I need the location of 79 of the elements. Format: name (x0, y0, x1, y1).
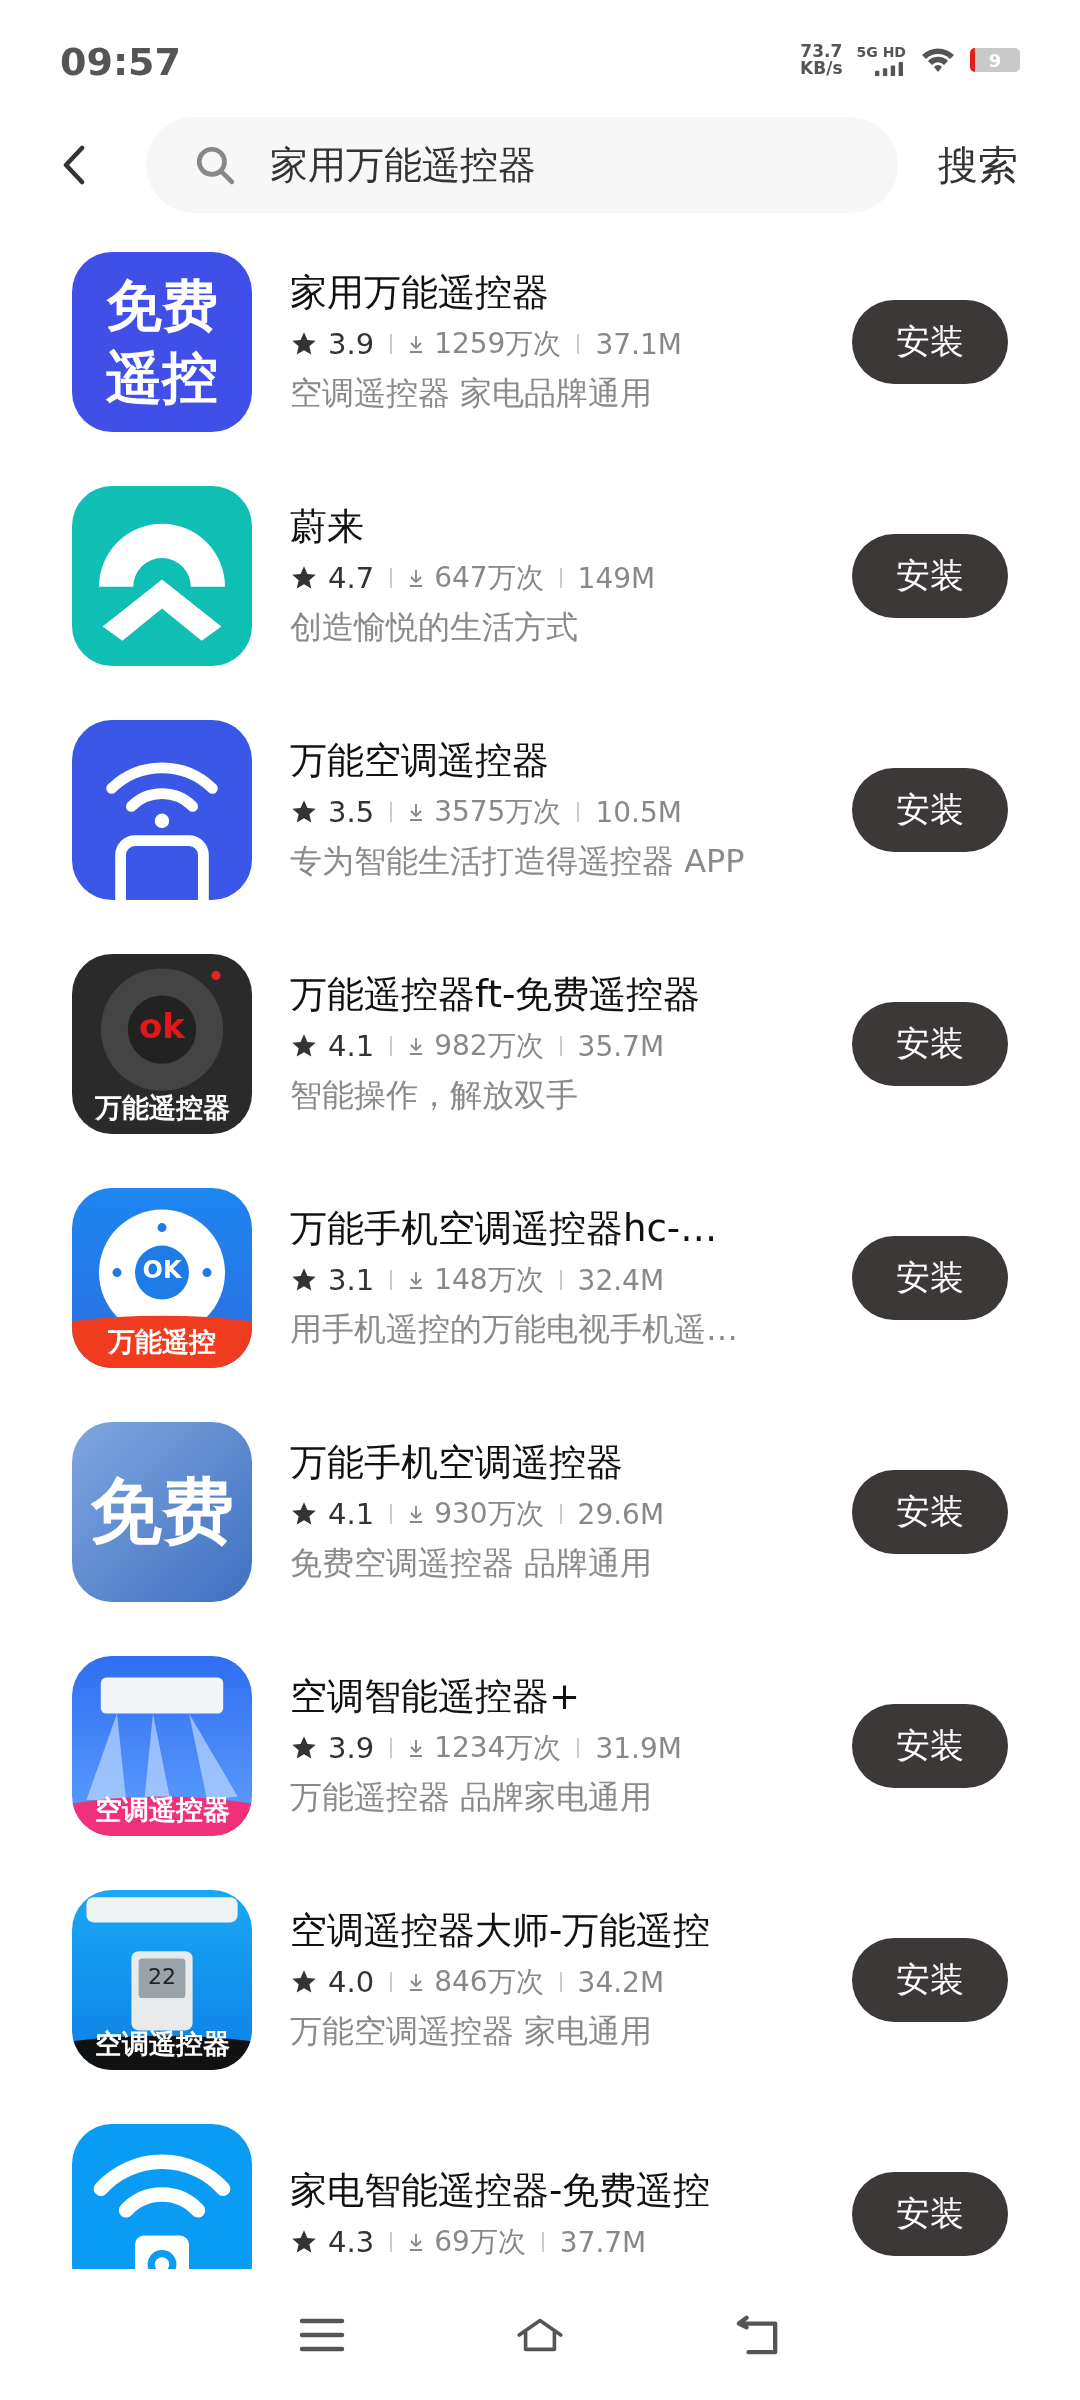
app-icon[interactable]: OK 万能遥控 (72, 1188, 252, 1368)
app-rating: 4.7 (328, 561, 375, 595)
download-count: 69万次 (434, 2224, 526, 2260)
install-button[interactable]: 安装 (852, 1470, 1008, 1554)
network-type: 5G HD (856, 44, 906, 60)
download-icon (408, 1035, 425, 1057)
app-description: 用手机遥控的万能电视手机遥… (290, 1309, 739, 1350)
app-rating: 4.1 (328, 1497, 375, 1531)
download-icon (408, 567, 425, 589)
app-rating: 3.1 (328, 1263, 375, 1297)
signal-icon (872, 61, 906, 76)
network-speed: 73.7 KB/s (800, 43, 843, 77)
install-button[interactable]: 安装 (852, 2172, 1008, 2256)
app-name: 空调智能遥控器+ (290, 1674, 581, 1720)
app-icon[interactable]: 免费 遥控 (72, 252, 252, 432)
download-count: 982万次 (434, 1028, 544, 1064)
app-size: 10.5M (595, 795, 682, 829)
app-icon[interactable]: ok 万能遥控器 (72, 954, 252, 1134)
download-icon (408, 801, 425, 823)
download-icon (408, 1503, 425, 1525)
app-description: 免费空调遥控器 品牌通用 (290, 1543, 654, 1584)
install-button[interactable]: 安装 (852, 534, 1008, 618)
status-time: 09:57 (60, 40, 181, 84)
app-name: 家用万能遥控器 (290, 270, 550, 316)
app-name: 家电智能遥控器-免费遥控 (290, 2168, 712, 2214)
app-icon[interactable]: 空调遥控器 (72, 1656, 252, 1836)
download-count: 3575万次 (434, 794, 562, 830)
app-description: 专为智能生活打造得遥控器 APP (290, 841, 746, 882)
app-size: 32.4M (577, 1263, 665, 1297)
download-icon (408, 1971, 425, 1993)
app-description: 智能操作，解放双手 (290, 1075, 579, 1116)
install-button[interactable]: 安装 (852, 768, 1008, 852)
search-field[interactable]: 家用万能遥控器 (146, 117, 898, 213)
app-size: 37.7M (559, 2225, 647, 2259)
app-rating: 4.0 (328, 1965, 375, 1999)
install-button[interactable]: 安装 (852, 1704, 1008, 1788)
app-name: 万能遥控器ft-免费遥控器 (290, 972, 702, 1018)
download-count: 148万次 (434, 1262, 544, 1298)
app-rating: 3.5 (328, 795, 375, 829)
app-name: 空调遥控器大师-万能遥控 (290, 1908, 712, 1954)
app-description: 空调遥控器 家电品牌通用 (290, 373, 654, 414)
app-size: 37.1M (595, 327, 682, 361)
download-icon (408, 2231, 425, 2253)
install-button[interactable]: 安装 (852, 300, 1008, 384)
download-count: 1259万次 (434, 326, 562, 362)
app-rating: 4.1 (328, 1029, 375, 1063)
app-name: 蔚来 (290, 504, 365, 550)
app-description: 万能空调遥控器 家电通用 (290, 2011, 654, 2052)
app-rating: 4.3 (328, 2225, 375, 2259)
install-button[interactable]: 安装 (852, 1938, 1008, 2022)
download-count: 846万次 (434, 1964, 544, 2000)
app-size: 35.7M (577, 1029, 665, 1063)
app-size: 149M (577, 561, 656, 595)
search-button[interactable]: 搜索 (898, 137, 1018, 193)
download-icon (408, 333, 425, 355)
download-icon (408, 1269, 425, 1291)
app-rating: 3.9 (328, 327, 375, 361)
app-name: 万能手机空调遥控器hc-… (290, 1206, 719, 1252)
install-button[interactable]: 安装 (852, 1236, 1008, 1320)
download-count: 647万次 (434, 560, 544, 596)
app-name: 万能手机空调遥控器 (290, 1440, 624, 1486)
app-description: 万能遥控器 品牌家电通用 (290, 1777, 654, 1818)
app-icon[interactable] (72, 720, 252, 900)
app-icon[interactable]: 22 空调遥控器 (72, 1890, 252, 2070)
app-rating: 3.9 (328, 1731, 375, 1765)
download-count: 1234万次 (434, 1730, 562, 1766)
app-name: 万能空调遥控器 (290, 738, 550, 784)
download-icon (408, 1737, 425, 1759)
app-size: 31.9M (595, 1731, 682, 1765)
download-count: 930万次 (434, 1496, 544, 1532)
app-size: 29.6M (577, 1497, 665, 1531)
back-icon[interactable] (62, 145, 86, 185)
app-description: 创造愉悦的生活方式 (290, 607, 579, 648)
app-size: 34.2M (577, 1965, 665, 1999)
wifi-icon (920, 46, 956, 74)
search-icon (194, 144, 236, 186)
app-icon[interactable]: 免费 (72, 1422, 252, 1602)
app-icon[interactable] (72, 2124, 252, 2269)
install-button[interactable]: 安装 (852, 1002, 1008, 1086)
